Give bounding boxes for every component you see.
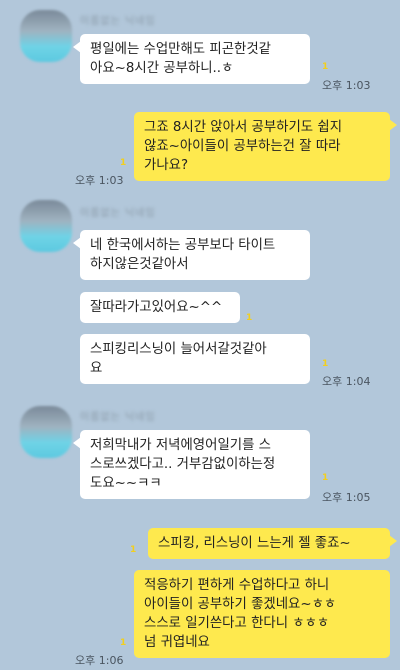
unread-count: 1 bbox=[120, 638, 127, 648]
message-time: 오후 1:04 bbox=[322, 375, 371, 388]
message-time: 오후 1:03 bbox=[322, 79, 371, 92]
message-bubble-incoming[interactable]: 네 한국에서하는 공부보다 타이트 하지않은것같아서 bbox=[73, 230, 310, 280]
message-time: 오후 1:05 bbox=[322, 491, 371, 504]
avatar[interactable] bbox=[20, 200, 72, 252]
message-time: 오후 1:03 bbox=[75, 174, 124, 187]
avatar[interactable] bbox=[20, 10, 72, 62]
message-bubble-incoming[interactable]: 저희막내가 저녁에영어일기를 스 스로쓰겠다고.. 거부감없이하는정 도요~~ㅋ… bbox=[73, 430, 310, 499]
unread-count: 1 bbox=[322, 62, 329, 72]
message-bubble-incoming[interactable]: 잘따라가고있어요~^^ bbox=[80, 292, 240, 323]
unread-count: 1 bbox=[130, 545, 137, 555]
avatar[interactable] bbox=[20, 406, 72, 458]
unread-count: 1 bbox=[120, 158, 127, 168]
sender-name: 이름없는 닉네임 bbox=[80, 412, 156, 423]
message-bubble-outgoing[interactable]: 스피킹, 리스닝이 느는게 젤 좋죠~ bbox=[148, 528, 397, 559]
unread-count: 1 bbox=[322, 473, 329, 483]
sender-name: 이름없는 닉네임 bbox=[80, 16, 156, 27]
message-bubble-outgoing[interactable]: 그죠 8시간 앉아서 공부하기도 쉽지 않죠~아이들이 공부하는건 잘 따라 가… bbox=[134, 112, 397, 181]
sender-name: 이름없는 닉네임 bbox=[80, 208, 156, 219]
message-bubble-incoming[interactable]: 평일에는 수업만해도 피곤한것같 아요~8시간 공부하니..ㅎ bbox=[73, 34, 310, 84]
message-time: 오후 1:06 bbox=[75, 654, 124, 667]
message-bubble-outgoing[interactable]: 적응하기 편하게 수업하다고 하니 아이들이 공부하기 좋겠네요~ㅎㅎ 스스로 … bbox=[134, 570, 390, 658]
unread-count: 1 bbox=[246, 313, 253, 323]
message-bubble-incoming[interactable]: 스피킹리스닝이 늘어서갈것같아 요 bbox=[80, 334, 310, 384]
unread-count: 1 bbox=[322, 359, 329, 369]
